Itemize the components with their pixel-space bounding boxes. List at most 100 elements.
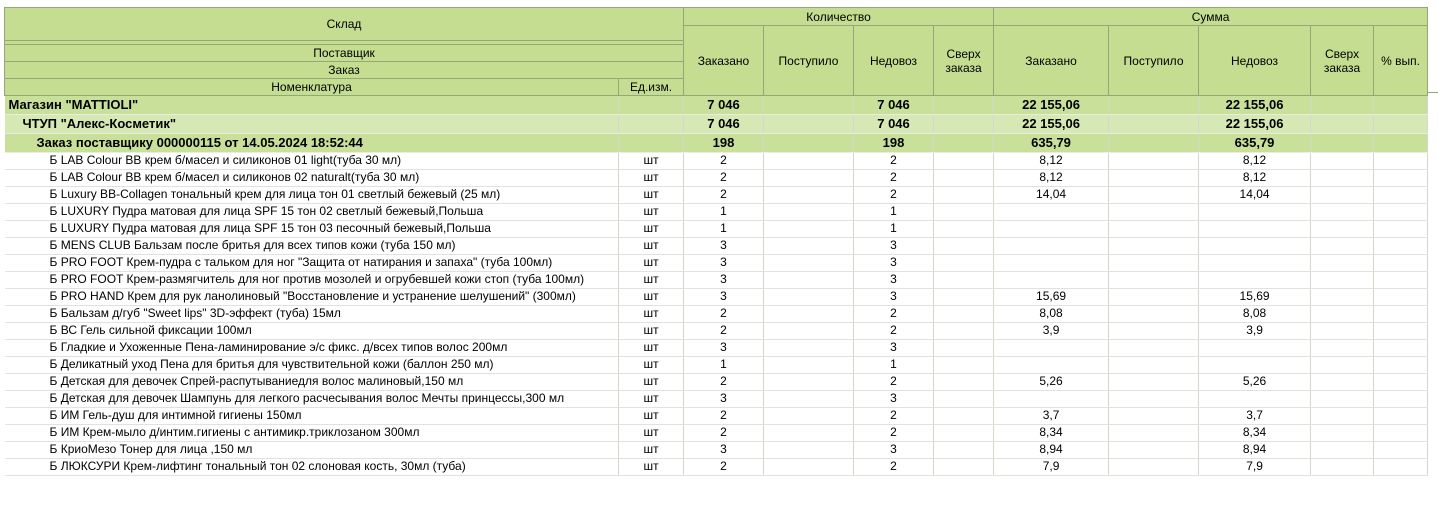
item-sum-short (1198, 254, 1312, 272)
item-unit: шт (618, 407, 685, 425)
table-row[interactable]: Б Детская для девочек Шампунь для легког… (4, 390, 1429, 408)
header-qty-over[interactable]: Сверх заказа (933, 25, 995, 96)
item-qty-over (933, 356, 995, 374)
header-sum-short[interactable]: Недовоз (1198, 25, 1312, 96)
item-sum-over (1310, 169, 1375, 187)
item-pct (1373, 458, 1429, 476)
item-pct (1373, 203, 1429, 221)
item-sum-received (1108, 356, 1200, 374)
item-sum-over (1310, 152, 1375, 170)
table-row[interactable]: Б Детская для девочек Спрей-распутывание… (4, 373, 1429, 391)
item-pct (1373, 356, 1429, 374)
header-sklad[interactable]: Склад (3, 7, 685, 41)
item-qty-short: 2 (853, 152, 935, 170)
table-row[interactable]: Б LUXURY Пудра матовая для лица SPF 15 т… (4, 203, 1429, 221)
item-sum-ordered (993, 237, 1110, 255)
item-sum-ordered: 5,26 (993, 373, 1110, 391)
item-qty-short: 2 (853, 373, 935, 391)
item-sum-short (1198, 203, 1312, 221)
table-row[interactable]: Б Luxury BB-Collagen тональный крем для … (4, 186, 1429, 204)
item-pct (1373, 271, 1429, 289)
item-qty-ordered: 3 (683, 441, 765, 459)
item-sum-over (1310, 390, 1375, 408)
header-postavshik[interactable]: Поставщик (3, 44, 685, 62)
item-qty-received (763, 254, 855, 272)
table-row[interactable]: Б Деликатный уход Пена для бритья для чу… (4, 356, 1429, 374)
item-sum-ordered: 3,7 (993, 407, 1110, 425)
item-qty-short: 3 (853, 271, 935, 289)
group-row-order[interactable]: Заказ поставщику 000000115 от 14.05.2024… (4, 133, 1429, 153)
item-qty-short: 1 (853, 220, 935, 238)
item-unit: шт (618, 169, 685, 187)
item-name: Б MENS CLUB Бальзам после бритья для все… (4, 237, 619, 255)
item-qty-ordered: 2 (683, 322, 765, 340)
header-sum-over[interactable]: Сверх заказа (1310, 25, 1375, 96)
item-sum-ordered: 8,34 (993, 424, 1110, 442)
header-ed-izm[interactable]: Ед.изм. (617, 78, 685, 96)
item-qty-short: 2 (853, 322, 935, 340)
header-nomenklatura[interactable]: Номенклатура (4, 78, 619, 96)
item-name: Б PRO HAND Крем для рук ланолиновый "Вос… (4, 288, 619, 306)
header-qty-ordered[interactable]: Заказано (683, 25, 765, 96)
item-sum-over (1310, 220, 1375, 238)
table-row[interactable]: Б PRO HAND Крем для рук ланолиновый "Вос… (4, 288, 1429, 306)
table-row[interactable]: Б MENS CLUB Бальзам после бритья для все… (4, 237, 1429, 255)
item-sum-short: 7,9 (1198, 458, 1312, 476)
header-sum-received[interactable]: Поступило (1108, 25, 1200, 96)
header-summa[interactable]: Сумма (993, 7, 1429, 26)
table-row[interactable]: Б LAB Colour BB крем б/масел и силиконов… (4, 152, 1429, 170)
item-pct (1373, 305, 1429, 323)
table-body: Магазин "MATTIOLI" 7 046 7 046 22 155,06 22 … (4, 95, 1429, 476)
item-sum-received (1108, 305, 1200, 323)
item-qty-ordered: 1 (683, 356, 765, 374)
table-row[interactable]: Б КриоМезо Тонер для лица ,150 мл шт 3 3 8,9… (4, 441, 1429, 459)
item-unit: шт (618, 424, 685, 442)
item-unit: шт (618, 254, 685, 272)
item-qty-short: 3 (853, 339, 935, 357)
item-unit: шт (618, 288, 685, 306)
header-qty-short[interactable]: Недовоз (853, 25, 935, 96)
item-sum-short: 8,12 (1198, 152, 1312, 170)
item-unit: шт (618, 322, 685, 340)
group-unit (618, 133, 685, 153)
table-row[interactable]: Б ЛЮКСУРИ Крем-лифтинг тональный тон 02 … (4, 458, 1429, 476)
item-sum-received (1108, 237, 1200, 255)
table-row[interactable]: Б LAB Colour BB крем б/масел и силиконов… (4, 169, 1429, 187)
item-qty-ordered: 2 (683, 186, 765, 204)
item-pct (1373, 407, 1429, 425)
item-sum-short: 8,34 (1198, 424, 1312, 442)
header-pct[interactable]: % вып. (1373, 25, 1429, 96)
header-zakaz[interactable]: Заказ (3, 61, 685, 79)
item-unit: шт (618, 373, 685, 391)
item-qty-ordered: 2 (683, 407, 765, 425)
item-qty-over (933, 339, 995, 357)
item-unit: шт (618, 458, 685, 476)
item-sum-over (1310, 407, 1375, 425)
item-sum-over (1310, 271, 1375, 289)
item-qty-ordered: 3 (683, 237, 765, 255)
header-qty-received[interactable]: Поступило (763, 25, 855, 96)
group-row-store[interactable]: Магазин "MATTIOLI" 7 046 7 046 22 155,06 22 … (4, 95, 1429, 115)
table-row[interactable]: Б PRO FOOT Крем-размягчитель для ног про… (4, 271, 1429, 289)
item-sum-ordered: 14,04 (993, 186, 1110, 204)
table-row[interactable]: Б Гладкие и Ухоженные Пена-ламинирование… (4, 339, 1429, 357)
table-row[interactable]: Б LUXURY Пудра матовая для лица SPF 15 т… (4, 220, 1429, 238)
table-row[interactable]: Б Бальзам д/губ "Sweet lips" 3D-эффект (… (4, 305, 1429, 323)
group-qty-over (933, 114, 995, 134)
item-sum-short: 3,7 (1198, 407, 1312, 425)
header-sum-ordered[interactable]: Заказано (993, 25, 1110, 96)
item-sum-received (1108, 288, 1200, 306)
table-row[interactable]: Б PRO FOOT Крем-пудра с тальком для ног … (4, 254, 1429, 272)
item-pct (1373, 152, 1429, 170)
header-kolichestvo[interactable]: Количество (683, 7, 995, 26)
item-qty-over (933, 271, 995, 289)
group-sum-received (1108, 114, 1200, 134)
item-sum-ordered: 7,9 (993, 458, 1110, 476)
group-qty-received (763, 114, 855, 134)
item-qty-received (763, 288, 855, 306)
table-row[interactable]: Б ИМ Крем-мыло д/интим.гигиены с антимик… (4, 424, 1429, 442)
group-row-supplier[interactable]: ЧТУП "Алекс-Косметик" 7 046 7 046 22 155,06… (4, 114, 1429, 134)
item-sum-over (1310, 356, 1375, 374)
table-row[interactable]: Б ИМ Гель-душ для интимной гигиены 150мл… (4, 407, 1429, 425)
table-row[interactable]: Б ВС Гель сильной фиксации 100мл шт 2 2 3,9 3… (4, 322, 1429, 340)
